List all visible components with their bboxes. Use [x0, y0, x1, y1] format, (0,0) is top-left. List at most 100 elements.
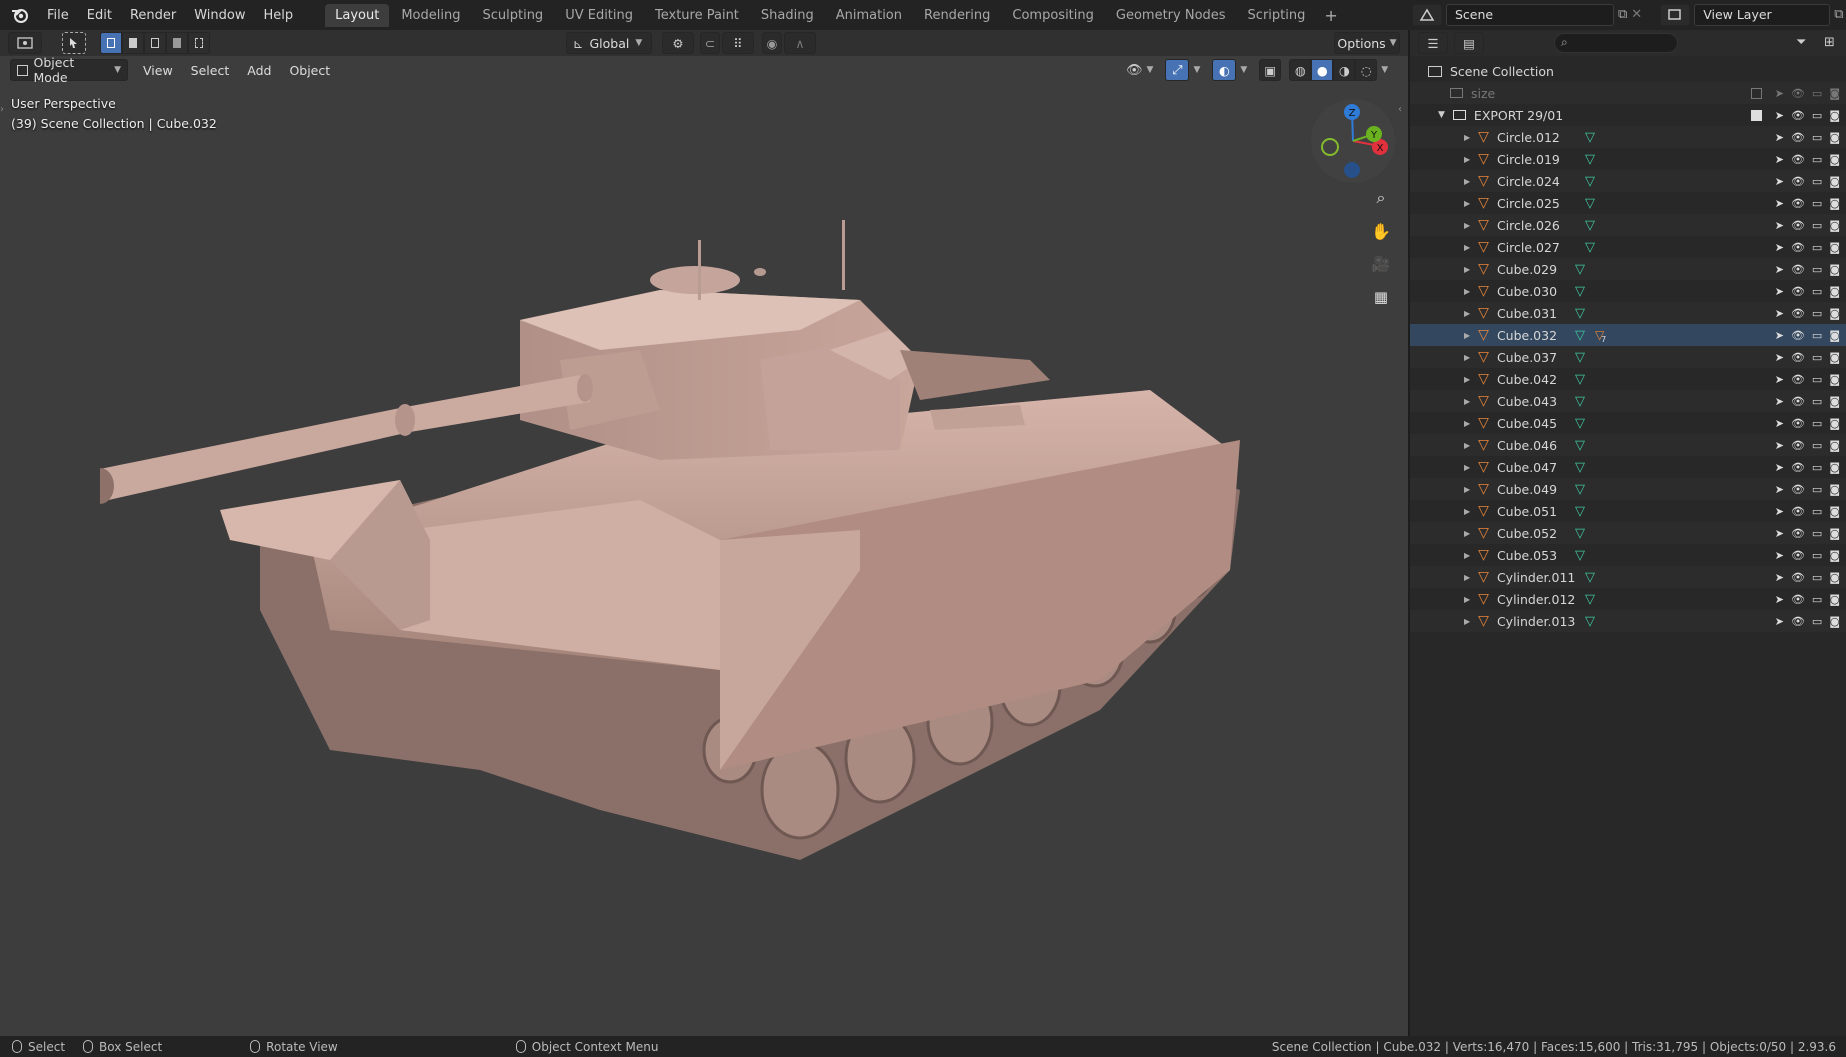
- camera-icon[interactable]: ◙: [1829, 109, 1840, 122]
- menu-help[interactable]: Help: [255, 4, 303, 27]
- outliner-object-row[interactable]: ▶ ▽ Cube.047 ▽ ➤ 👁 ▭ ◙: [1410, 456, 1846, 478]
- select-arrow-icon[interactable]: ➤: [1775, 241, 1784, 254]
- mesh-data-icon[interactable]: ▽: [1585, 614, 1595, 629]
- scene-type-icon[interactable]: [1412, 3, 1442, 26]
- outliner-object-row[interactable]: ▶ ▽ Cube.043 ▽ ➤ 👁 ▭ ◙: [1410, 390, 1846, 412]
- camera-icon[interactable]: ◙: [1829, 351, 1840, 364]
- eye-icon[interactable]: 👁: [1791, 197, 1805, 210]
- navigation-gizmo[interactable]: Z X Y: [1308, 96, 1398, 186]
- outliner-object-row[interactable]: ▶ ▽ Cube.037 ▽ ➤ 👁 ▭ ◙: [1410, 346, 1846, 368]
- select-arrow-icon[interactable]: ➤: [1775, 373, 1784, 386]
- monitor-icon[interactable]: ▭: [1812, 87, 1822, 100]
- expand-arrow-icon[interactable]: ▶: [1464, 507, 1470, 516]
- outliner-object-row[interactable]: ▶ ▽ Cube.031 ▽ ➤ 👁 ▭ ◙: [1410, 302, 1846, 324]
- solid-shading-button[interactable]: ●: [1311, 59, 1334, 81]
- remove-scene-icon[interactable]: ✕: [1631, 7, 1642, 22]
- select-arrow-icon[interactable]: ➤: [1775, 131, 1784, 144]
- camera-icon[interactable]: ◙: [1829, 461, 1840, 474]
- select-arrow-icon[interactable]: ➤: [1775, 527, 1784, 540]
- camera-icon[interactable]: ◙: [1829, 571, 1840, 584]
- scene-collection-row[interactable]: Scene Collection: [1410, 60, 1846, 82]
- select-arrow-icon[interactable]: ➤: [1775, 615, 1784, 628]
- tab-animation[interactable]: Animation: [826, 4, 912, 27]
- expand-arrow-icon[interactable]: ▶: [1464, 419, 1470, 428]
- tab-scripting[interactable]: Scripting: [1238, 4, 1316, 27]
- select-subtract-icon[interactable]: [144, 32, 166, 54]
- eye-icon[interactable]: 👁: [1791, 527, 1805, 540]
- outliner-object-row[interactable]: ▶ ▽ Cube.049 ▽ ➤ 👁 ▭ ◙: [1410, 478, 1846, 500]
- camera-icon[interactable]: ◙: [1829, 241, 1840, 254]
- eye-icon[interactable]: 👁: [1791, 483, 1805, 496]
- camera-icon[interactable]: ◙: [1829, 329, 1840, 342]
- eye-icon[interactable]: 👁: [1791, 329, 1805, 342]
- tab-sculpting[interactable]: Sculpting: [472, 4, 553, 27]
- rendered-shading-button[interactable]: ◌: [1355, 59, 1378, 81]
- monitor-icon[interactable]: ▭: [1812, 153, 1822, 166]
- monitor-icon[interactable]: ▭: [1812, 263, 1822, 276]
- outliner-object-row[interactable]: ▶ ▽ Cylinder.013 ▽ ➤ 👁 ▭ ◙: [1410, 610, 1846, 632]
- 3d-viewport[interactable]: ⊾ Global ▼ ⚙ ⊂ ⠿ ◉ ∧ Options ▼ Object Mo…: [0, 30, 1408, 1036]
- ortho-toggle-button[interactable]: ▦: [1368, 284, 1394, 310]
- eye-icon[interactable]: 👁: [1791, 109, 1805, 122]
- outliner-object-row[interactable]: ▶ ▽ Cube.029 ▽ ➤ 👁 ▭ ◙: [1410, 258, 1846, 280]
- mesh-data-icon[interactable]: ▽: [1575, 394, 1585, 409]
- mesh-data-icon[interactable]: ▽: [1585, 240, 1595, 255]
- select-arrow-icon[interactable]: ➤: [1775, 461, 1784, 474]
- camera-icon[interactable]: ◙: [1829, 131, 1840, 144]
- tab-geometry-nodes[interactable]: Geometry Nodes: [1106, 4, 1236, 27]
- select-arrow-icon[interactable]: ➤: [1775, 197, 1784, 210]
- select-arrow-icon[interactable]: ➤: [1775, 593, 1784, 606]
- eye-icon[interactable]: 👁: [1791, 615, 1805, 628]
- camera-icon[interactable]: ◙: [1829, 263, 1840, 276]
- outliner-object-row[interactable]: ▶ ▽ Cube.030 ▽ ➤ 👁 ▭ ◙: [1410, 280, 1846, 302]
- expand-arrow-icon[interactable]: ▶: [1464, 309, 1470, 318]
- select-arrow-icon[interactable]: ➤: [1775, 351, 1784, 364]
- select-tool-icon[interactable]: [62, 32, 86, 54]
- select-arrow-icon[interactable]: ➤: [1775, 263, 1784, 276]
- falloff-dropdown[interactable]: ∧: [784, 32, 816, 54]
- camera-icon[interactable]: ◙: [1829, 527, 1840, 540]
- select-new-icon[interactable]: [100, 32, 122, 54]
- outliner-object-row[interactable]: ▶ ▽ Circle.026 ▽ ➤ 👁 ▭ ◙: [1410, 214, 1846, 236]
- tab-compositing[interactable]: Compositing: [1002, 4, 1104, 27]
- eye-icon[interactable]: 👁: [1791, 87, 1805, 100]
- eye-icon[interactable]: 👁: [1791, 571, 1805, 584]
- expand-arrow-icon[interactable]: ▶: [1464, 485, 1470, 494]
- mesh-data-icon[interactable]: ▽: [1585, 218, 1595, 233]
- select-arrow-icon[interactable]: ➤: [1775, 109, 1784, 122]
- mesh-data-icon[interactable]: ▽: [1585, 152, 1595, 167]
- eye-icon[interactable]: 👁: [1791, 395, 1805, 408]
- outliner-object-row[interactable]: ▶ ▽ Cylinder.012 ▽ ➤ 👁 ▭ ◙: [1410, 588, 1846, 610]
- monitor-icon[interactable]: ▭: [1812, 461, 1822, 474]
- eye-icon[interactable]: 👁: [1791, 351, 1805, 364]
- menu-render[interactable]: Render: [121, 4, 185, 27]
- menu-window[interactable]: Window: [185, 4, 254, 27]
- outliner-object-row[interactable]: ▶ ▽ Cube.052 ▽ ➤ 👁 ▭ ◙: [1410, 522, 1846, 544]
- outliner-object-row[interactable]: ▶ ▽ Cube.032 ▽ ▽ 7 ➤ 👁 ▭ ◙: [1410, 324, 1846, 346]
- eye-icon[interactable]: 👁: [1791, 461, 1805, 474]
- expand-arrow-icon[interactable]: ▶: [1464, 529, 1470, 538]
- viewport-menu-select[interactable]: Select: [182, 63, 239, 78]
- mesh-data-icon[interactable]: ▽: [1585, 196, 1595, 211]
- mesh-data-icon[interactable]: ▽: [1575, 460, 1585, 475]
- new-collection-icon[interactable]: ⊞: [1824, 35, 1835, 50]
- expand-arrow-icon[interactable]: ▶: [1464, 177, 1470, 186]
- pivot-point-dropdown[interactable]: ⚙: [662, 32, 694, 54]
- eye-icon[interactable]: 👁: [1791, 417, 1805, 430]
- tab-shading[interactable]: Shading: [751, 4, 824, 27]
- outliner-object-row[interactable]: ▶ ▽ Cube.046 ▽ ➤ 👁 ▭ ◙: [1410, 434, 1846, 456]
- expand-arrow-icon[interactable]: ▶: [1464, 353, 1470, 362]
- tab-modeling[interactable]: Modeling: [391, 4, 470, 27]
- mesh-data-icon[interactable]: ▽: [1575, 482, 1585, 497]
- tab-layout[interactable]: Layout: [325, 3, 390, 27]
- expand-arrow-icon[interactable]: ▶: [1464, 133, 1470, 142]
- expand-arrow-icon[interactable]: ▶: [1464, 397, 1470, 406]
- expand-arrow-icon[interactable]: ▶: [1464, 617, 1470, 626]
- outliner-object-row[interactable]: ▶ ▽ Cube.051 ▽ ➤ 👁 ▭ ◙: [1410, 500, 1846, 522]
- transform-orientation-dropdown[interactable]: ⊾ Global ▼: [566, 32, 652, 54]
- snap-toggle[interactable]: ⊂: [700, 32, 720, 54]
- outliner-object-row[interactable]: ▶ ▽ Circle.012 ▽ ➤ 👁 ▭ ◙: [1410, 126, 1846, 148]
- outliner-editor-type-button[interactable]: ☰: [1418, 32, 1448, 54]
- monitor-icon[interactable]: ▭: [1812, 329, 1822, 342]
- monitor-icon[interactable]: ▭: [1812, 505, 1822, 518]
